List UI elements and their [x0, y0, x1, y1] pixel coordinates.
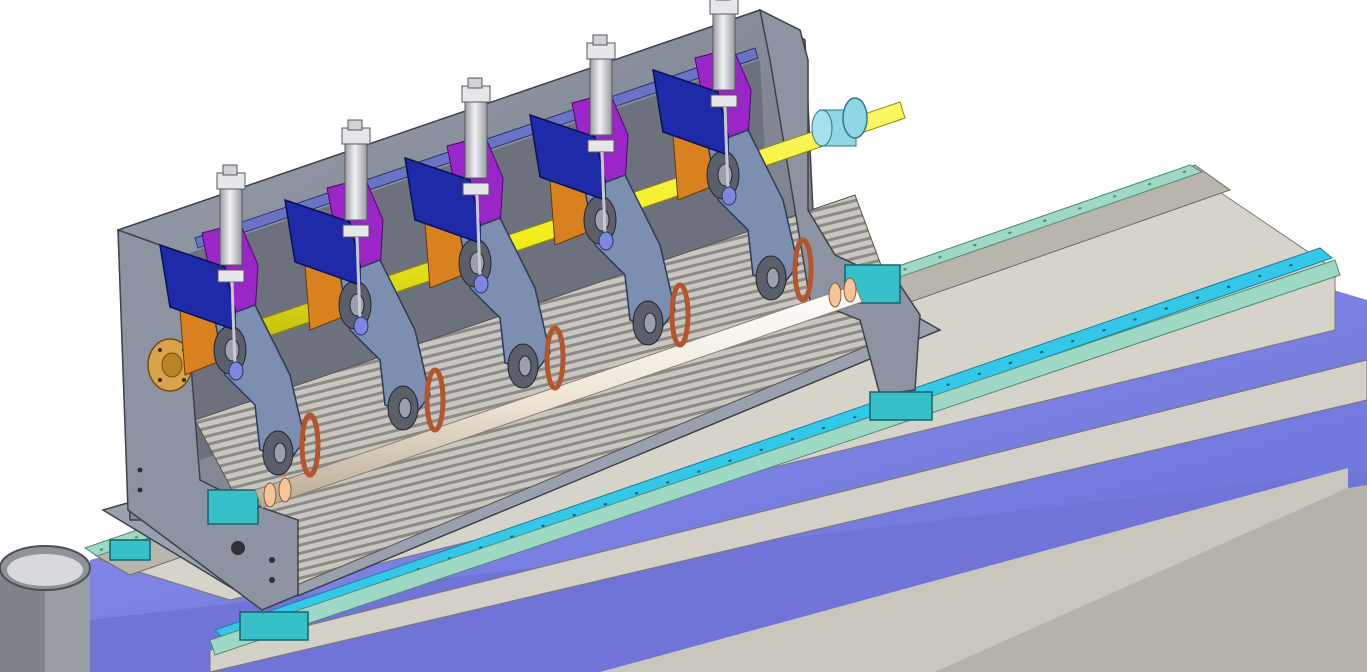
frame-hole — [231, 541, 245, 555]
cylinder-clevis — [347, 119, 363, 131]
upper-pulley-hub — [469, 251, 485, 275]
slide-block-front-right — [869, 391, 933, 421]
upper-pulley-hub — [349, 293, 365, 317]
pneumatic-cylinder — [219, 184, 243, 266]
roller-collar — [843, 277, 857, 303]
lower-pulley-hub — [766, 267, 780, 289]
frame-hole — [269, 577, 275, 583]
frame-hole — [137, 467, 143, 473]
cylinder-base — [710, 94, 738, 108]
cylinder-base — [342, 224, 370, 238]
cylinder-clevis — [222, 164, 238, 176]
rod-end — [228, 361, 244, 381]
pneumatic-cylinder — [589, 54, 613, 136]
roller-collar — [263, 482, 277, 508]
pneumatic-cylinder — [344, 139, 368, 221]
slide-block-front-left — [239, 611, 309, 641]
lower-pulley-hub — [643, 312, 657, 334]
rod-end — [598, 231, 614, 251]
cylinder-clevis — [467, 77, 483, 89]
cylinder-base — [217, 269, 245, 283]
pneumatic-cylinder — [712, 9, 736, 91]
rod-end — [721, 186, 737, 206]
lower-pulley-hub — [398, 397, 412, 419]
upper-pulley-hub — [224, 338, 240, 362]
cylinder-clevis — [592, 34, 608, 46]
cylinder-base — [587, 139, 615, 153]
roller-collar — [278, 477, 292, 503]
cad-assembly-view — [0, 0, 1367, 672]
pneumatic-cylinder — [464, 97, 488, 179]
upper-pulley-hub — [594, 208, 610, 232]
roller-collar — [828, 282, 842, 308]
rod-end — [353, 316, 369, 336]
cylinder-base — [462, 182, 490, 196]
rod-end — [473, 274, 489, 294]
slide-block-back-left — [109, 539, 151, 561]
frame-hole — [137, 487, 143, 493]
frame-hole — [269, 557, 275, 563]
lower-pulley-hub — [518, 355, 532, 377]
flange-hub — [161, 352, 183, 378]
flange-disc-back — [811, 109, 833, 147]
lower-pulley-hub — [273, 442, 287, 464]
flange-bolt — [182, 378, 186, 382]
upper-pulley-hub — [717, 163, 733, 187]
flange-disc — [842, 97, 868, 139]
flange-bolt — [158, 378, 162, 382]
flange-bolt — [158, 348, 162, 352]
cylinder-cap — [709, 0, 739, 15]
pipe — [0, 545, 91, 672]
pipe-opening — [7, 554, 83, 586]
bearing-block-left — [207, 489, 259, 525]
